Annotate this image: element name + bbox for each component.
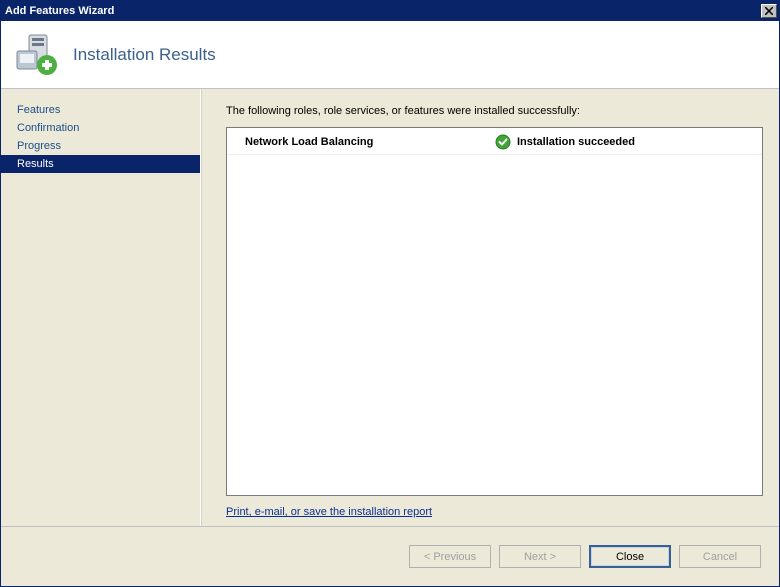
sidebar-item-results[interactable]: Results — [1, 155, 200, 173]
close-icon[interactable] — [761, 4, 777, 18]
installation-report-link[interactable]: Print, e-mail, or save the installation … — [226, 506, 763, 518]
footer: < Previous Next > Close Cancel — [1, 526, 779, 586]
wizard-window: Add Features Wizard Installation Results… — [0, 0, 780, 587]
header: Installation Results — [1, 21, 779, 89]
sidebar-item-label: Progress — [17, 140, 61, 152]
cancel-button: Cancel — [679, 545, 761, 568]
content-pane: The following roles, role services, or f… — [202, 89, 779, 526]
next-button: Next > — [499, 545, 581, 568]
results-list: Network Load Balancing Installation succ… — [226, 127, 763, 496]
server-wizard-icon — [15, 33, 59, 77]
result-feature-name: Network Load Balancing — [245, 136, 495, 148]
body: Features Confirmation Progress Results T… — [1, 89, 779, 526]
sidebar-item-confirmation[interactable]: Confirmation — [1, 119, 200, 137]
page-title: Installation Results — [73, 45, 216, 65]
previous-button: < Previous — [409, 545, 491, 568]
sidebar-item-label: Confirmation — [17, 122, 79, 134]
sidebar-item-label: Features — [17, 104, 60, 116]
sidebar-item-features[interactable]: Features — [1, 101, 200, 119]
result-status: Installation succeeded — [495, 134, 635, 150]
sidebar: Features Confirmation Progress Results — [1, 89, 201, 526]
result-status-text: Installation succeeded — [517, 136, 635, 148]
window-title: Add Features Wizard — [5, 5, 114, 17]
sidebar-item-progress[interactable]: Progress — [1, 137, 200, 155]
close-button[interactable]: Close — [589, 545, 671, 568]
result-row: Network Load Balancing Installation succ… — [227, 128, 762, 155]
success-check-icon — [495, 134, 511, 150]
titlebar: Add Features Wizard — [1, 1, 779, 21]
intro-text: The following roles, role services, or f… — [226, 105, 763, 117]
sidebar-item-label: Results — [17, 158, 54, 170]
